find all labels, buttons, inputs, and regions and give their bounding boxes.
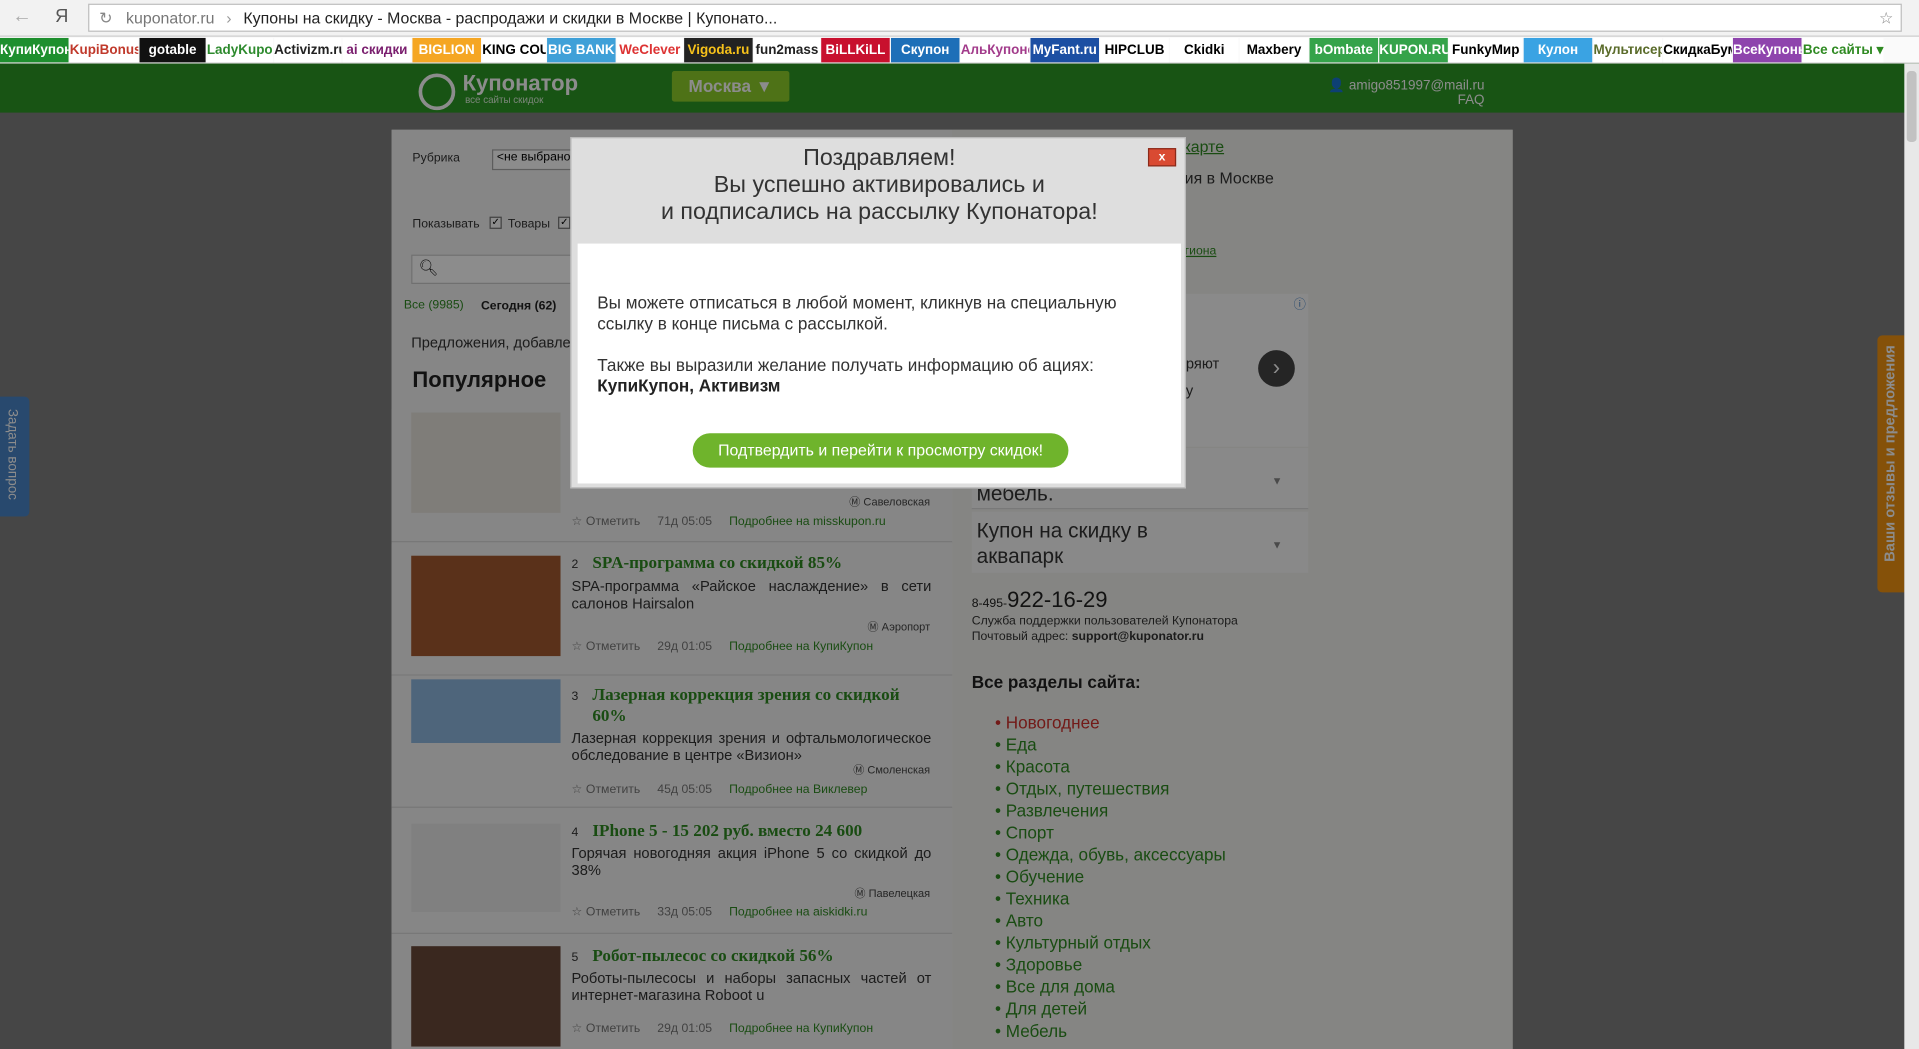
bookmark-item[interactable]: Мультисервис <box>1593 37 1662 63</box>
selected-sites: КупиКупон, Активизм <box>597 375 781 396</box>
modal-title-line: Вы успешно активировались и <box>713 172 1045 199</box>
bookmark-item[interactable]: Maxbery <box>1239 37 1309 63</box>
bookmark-item[interactable]: Ckidki <box>1170 37 1239 63</box>
bookmark-item[interactable]: СкидкаБум <box>1663 37 1732 63</box>
bookmark-item[interactable]: BiLLKiLL <box>821 37 890 63</box>
url-domain: kuponator.ru <box>126 8 215 27</box>
bookmark-item[interactable]: Скупон <box>890 37 960 63</box>
bookmark-item[interactable]: Кулон <box>1523 37 1593 63</box>
modal-title: Поздравляем! Вы успешно активировались и… <box>572 146 1188 227</box>
bookmark-item[interactable]: КупиКупон <box>0 37 69 63</box>
bookmark-item[interactable]: BIG BANK <box>547 37 616 63</box>
bookmark-item[interactable]: KING COUPON <box>482 37 546 63</box>
bookmark-item[interactable]: MyFant.ru <box>1030 37 1100 63</box>
bookmark-item[interactable]: LadyKupon <box>206 37 273 63</box>
bookmarks-bar: КупиКупонKupiBonusgotableLadyKuponActivi… <box>0 36 1919 64</box>
bookmark-item[interactable]: KUPON.RU <box>1379 37 1448 63</box>
url-separator: › <box>226 8 232 27</box>
scrollbar[interactable] <box>1904 63 1919 1049</box>
address-field[interactable]: ↻ kuponator.ru › Купоны на скидку - Моск… <box>88 3 1902 32</box>
bookmark-item[interactable]: bOmbate <box>1309 37 1379 63</box>
close-button[interactable]: x <box>1147 148 1177 167</box>
bookmark-item[interactable]: HIPCLUB <box>1100 37 1169 63</box>
bookmark-item[interactable]: ВсеКупоны <box>1732 37 1802 63</box>
bookmark-item[interactable]: KupiBonus <box>69 37 139 63</box>
unsubscribe-note: Вы можете отписаться в любой момент, кли… <box>597 292 1117 333</box>
scrollbar-thumb[interactable] <box>1906 70 1917 142</box>
subscription-modal: Поздравляем! Вы успешно активировались и… <box>570 137 1188 489</box>
modal-body: Вы можете отписаться в любой момент, кли… <box>577 243 1182 484</box>
bookmark-item[interactable]: WeClever <box>616 37 683 63</box>
page-root: ← Я ↻ kuponator.ru › Купоны на скидку - … <box>0 0 1919 1049</box>
bookmark-item[interactable]: gotable <box>139 37 206 63</box>
back-icon[interactable]: ← <box>12 6 32 28</box>
confirm-button[interactable]: Подтвердить и перейти к просмотру скидок… <box>692 433 1069 468</box>
bookmark-item[interactable]: АльКупоне <box>960 37 1030 63</box>
bookmark-item[interactable]: Все сайты ▾ <box>1802 37 1884 63</box>
bookmark-item[interactable]: FunkyМир <box>1449 37 1523 63</box>
bookmark-item[interactable]: Activizm.ru <box>274 37 342 63</box>
bookmark-item[interactable]: fun2mass <box>753 37 820 63</box>
bookmark-item[interactable]: BIGLION <box>412 37 481 63</box>
bookmark-item[interactable]: Vigoda.ru <box>684 37 753 63</box>
modal-title-line: Поздравляем! <box>803 145 956 172</box>
browser-toolbar: ← Я ↻ kuponator.ru › Купоны на скидку - … <box>0 0 1919 37</box>
modal-title-line: и подписались на рассылку Купонатора! <box>660 199 1098 226</box>
interests-note: Также вы выразили желание получать инфор… <box>597 354 1094 375</box>
bookmark-item[interactable]: ai скидки <box>342 37 412 63</box>
yandex-icon[interactable]: Я <box>55 6 68 27</box>
reload-icon[interactable]: ↻ <box>99 5 112 31</box>
page-title: Купоны на скидку - Москва - распродажи и… <box>243 8 778 27</box>
star-icon[interactable]: ☆ <box>1879 5 1893 31</box>
